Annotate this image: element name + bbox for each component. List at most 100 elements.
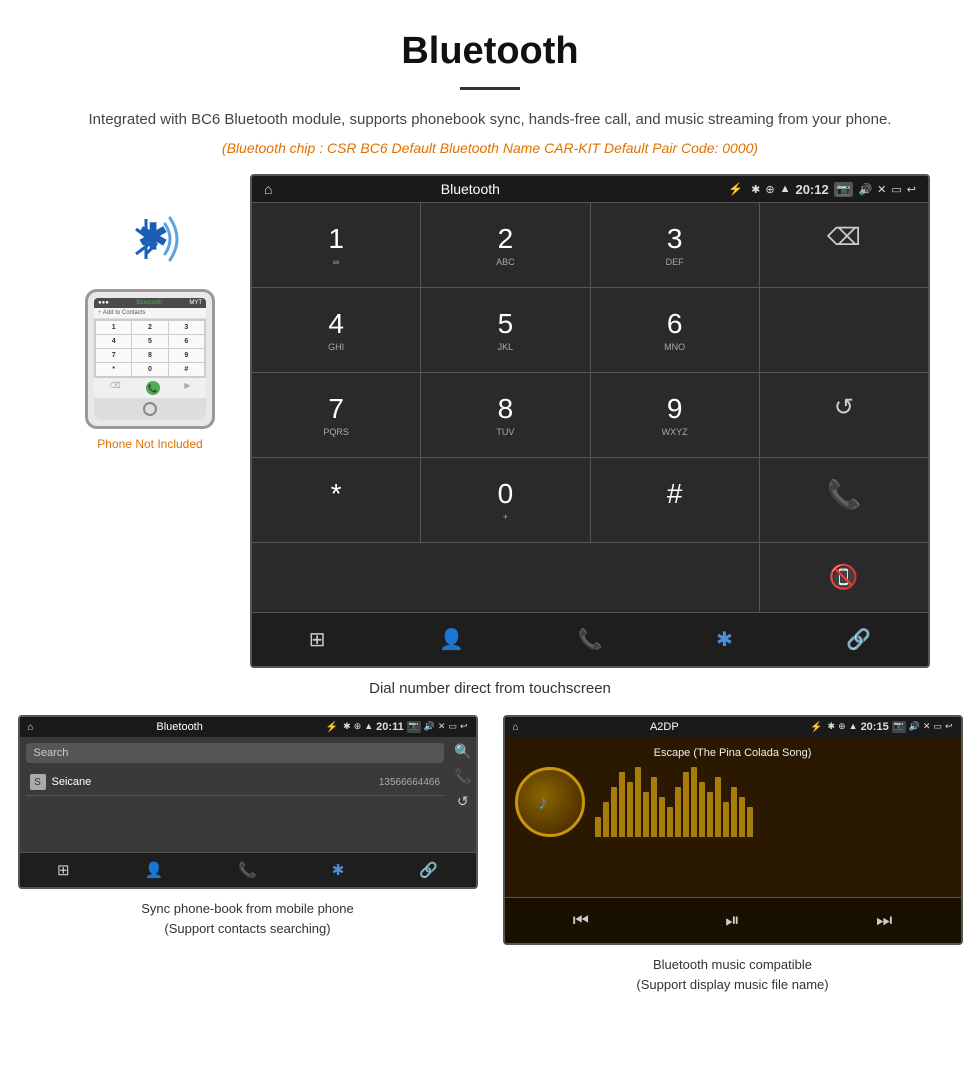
- phonebook-screen: ⌂ Bluetooth ⚡ ✱ ⊕ ▲ 20:11 📷 🔊 ✕ ▭ ↩: [18, 715, 478, 889]
- phonebook-list: Search S Seicane 13566664466: [20, 737, 451, 852]
- eq-bar: [627, 782, 633, 837]
- phonebook-bottom-nav: ⊞ 👤 📞 ✱ 🔗: [20, 852, 476, 887]
- nav-bluetooth-icon[interactable]: ✱: [716, 627, 733, 652]
- phone-key-0: 0: [132, 363, 167, 376]
- pb-nav-dialpad[interactable]: ⊞: [57, 861, 70, 879]
- title-underline: [460, 87, 520, 90]
- back-icon: ↩: [907, 183, 916, 196]
- ms-close-icon: ✕: [923, 721, 931, 733]
- nav-contacts-icon[interactable]: 👤: [439, 627, 464, 652]
- phone-key-hash: #: [169, 363, 204, 376]
- phone-key-8: 8: [132, 349, 167, 362]
- ms-win-icon: ▭: [933, 721, 942, 733]
- tech-specs-text: (Bluetooth chip : CSR BC6 Default Blueto…: [0, 140, 980, 156]
- eq-bar: [635, 767, 641, 837]
- eq-bar: [643, 792, 649, 837]
- phonebook-content-area: Search S Seicane 13566664466 🔍 📞 ↺: [20, 737, 476, 852]
- screen-status-bar: ⌂ Bluetooth ⚡ ✱ ⊕ ▲ 20:12 📷 🔊 ✕ ▭ ↩: [252, 176, 928, 202]
- call-side-icon[interactable]: 📞: [454, 768, 471, 785]
- page-title: Bluetooth: [0, 0, 980, 81]
- dial-key-1[interactable]: 1∞: [252, 203, 420, 287]
- ms-signal-icon: ▲: [849, 721, 858, 733]
- phone-key-7: 7: [96, 349, 131, 362]
- main-device-area: ✱ ●●●BluetoothMYT + Add to Contacts 1 2 …: [0, 174, 980, 668]
- pb-back-icon: ↩: [460, 721, 468, 733]
- pb-close-icon: ✕: [438, 721, 446, 733]
- nav-phone-icon[interactable]: 📞: [578, 627, 603, 652]
- eq-bar: [603, 802, 609, 837]
- dial-key-5[interactable]: 5JKL: [421, 288, 589, 372]
- next-button[interactable]: ⏭: [876, 910, 892, 931]
- dial-key-8[interactable]: 8TUV: [421, 373, 589, 457]
- dial-key-4[interactable]: 4GHI: [252, 288, 420, 372]
- dial-key-7[interactable]: 7PQRS: [252, 373, 420, 457]
- ms-cam-icon: 📷: [892, 721, 906, 733]
- dial-key-2[interactable]: 2ABC: [421, 203, 589, 287]
- music-controls: ⏮ ⏯ ⏭: [505, 897, 961, 943]
- pb-nav-link[interactable]: 🔗: [419, 861, 438, 879]
- dial-key-empty-1: [760, 288, 928, 372]
- ms-vol-icon: 🔊: [909, 721, 920, 733]
- bluetooth-status-icon: ✱: [751, 183, 760, 196]
- eq-bar: [723, 802, 729, 837]
- phonebook-status-bar: ⌂ Bluetooth ⚡ ✱ ⊕ ▲ 20:11 📷 🔊 ✕ ▭ ↩: [20, 717, 476, 737]
- music-caption: Bluetooth music compatible (Support disp…: [636, 955, 828, 994]
- dial-key-call-red[interactable]: 📵: [760, 543, 928, 612]
- eq-bar: [739, 797, 745, 837]
- pb-home-icon: ⌂: [28, 722, 34, 733]
- ms-screen-title: A2DP: [524, 721, 806, 733]
- refresh-side-icon[interactable]: ↺: [454, 793, 471, 810]
- music-panel: ⌂ A2DP ⚡ ✱ ⊕ ▲ 20:15 📷 🔊 ✕ ▭ ↩ Escape (T…: [495, 715, 970, 994]
- search-bar[interactable]: Search: [26, 743, 445, 763]
- eq-bar: [707, 792, 713, 837]
- ms-bt-icon: ✱: [828, 721, 836, 733]
- dial-key-9[interactable]: 9WXYZ: [591, 373, 759, 457]
- eq-bar: [683, 772, 689, 837]
- dial-key-call-green[interactable]: 📞: [760, 458, 928, 542]
- screen-title-label: Bluetooth: [250, 181, 720, 197]
- nav-dialpad-icon[interactable]: ⊞: [309, 627, 326, 652]
- pb-nav-bt[interactable]: ✱: [332, 861, 345, 879]
- dial-key-refresh[interactable]: ↺: [760, 373, 928, 457]
- status-icons: ✱ ⊕ ▲ 20:12 📷 🔊 ✕ ▭ ↩: [751, 182, 916, 197]
- pb-nav-phone[interactable]: 📞: [238, 861, 257, 879]
- eq-bar: [595, 817, 601, 837]
- dial-key-hash[interactable]: #: [591, 458, 759, 542]
- ms-charge-icon: ⚡: [810, 722, 822, 733]
- phonebook-caption: Sync phone-book from mobile phone (Suppo…: [141, 899, 353, 938]
- dial-key-0[interactable]: 0+: [421, 458, 589, 542]
- eq-bar: [667, 807, 673, 837]
- dial-key-3[interactable]: 3DEF: [591, 203, 759, 287]
- phone-key-2: 2: [132, 321, 167, 334]
- dial-key-star[interactable]: *: [252, 458, 420, 542]
- pb-win-icon: ▭: [448, 721, 457, 733]
- dial-key-backspace[interactable]: ⌫: [760, 203, 928, 287]
- pb-status-icons: ✱ ⊕ ▲ 20:11 📷 🔊 ✕ ▭ ↩: [343, 721, 467, 733]
- pb-signal-icon: ▲: [364, 721, 373, 733]
- pb-vol-icon: 🔊: [424, 721, 435, 733]
- contact-row: S Seicane 13566664466: [26, 769, 445, 796]
- usb-icon: ⚡: [728, 182, 743, 196]
- ms-status-icons: ✱ ⊕ ▲ 20:15 📷 🔊 ✕ ▭ ↩: [828, 721, 953, 733]
- large-screen-mockup: ⌂ Bluetooth ⚡ ✱ ⊕ ▲ 20:12 📷 🔊 ✕ ▭ ↩ 1∞ 2: [250, 174, 930, 668]
- prev-button[interactable]: ⏮: [573, 910, 589, 931]
- main-caption: Dial number direct from touchscreen: [0, 680, 980, 697]
- eq-bar: [611, 787, 617, 837]
- phone-mockup: ●●●BluetoothMYT + Add to Contacts 1 2 3 …: [85, 289, 215, 429]
- search-side-icon[interactable]: 🔍: [454, 743, 471, 760]
- phone-key-5: 5: [132, 335, 167, 348]
- screen-bottom-nav: ⊞ 👤 📞 ✱ 🔗: [252, 612, 928, 666]
- music-note-icon: ♪: [535, 787, 565, 817]
- album-art: ♪: [515, 767, 585, 837]
- phone-key-6: 6: [169, 335, 204, 348]
- music-status-bar: ⌂ A2DP ⚡ ✱ ⊕ ▲ 20:15 📷 🔊 ✕ ▭ ↩: [505, 717, 961, 737]
- pb-nav-contacts[interactable]: 👤: [145, 861, 164, 879]
- dial-key-6[interactable]: 6MNO: [591, 288, 759, 372]
- play-pause-button[interactable]: ⏯: [725, 910, 739, 931]
- volume-icon: 🔊: [858, 183, 872, 196]
- phone-add-contact: + Add to Contacts: [94, 308, 206, 319]
- phone-not-included-label: Phone Not Included: [97, 437, 202, 451]
- nav-link-icon[interactable]: 🔗: [846, 627, 871, 652]
- ms-home-icon: ⌂: [513, 722, 519, 733]
- eq-bar: [691, 767, 697, 837]
